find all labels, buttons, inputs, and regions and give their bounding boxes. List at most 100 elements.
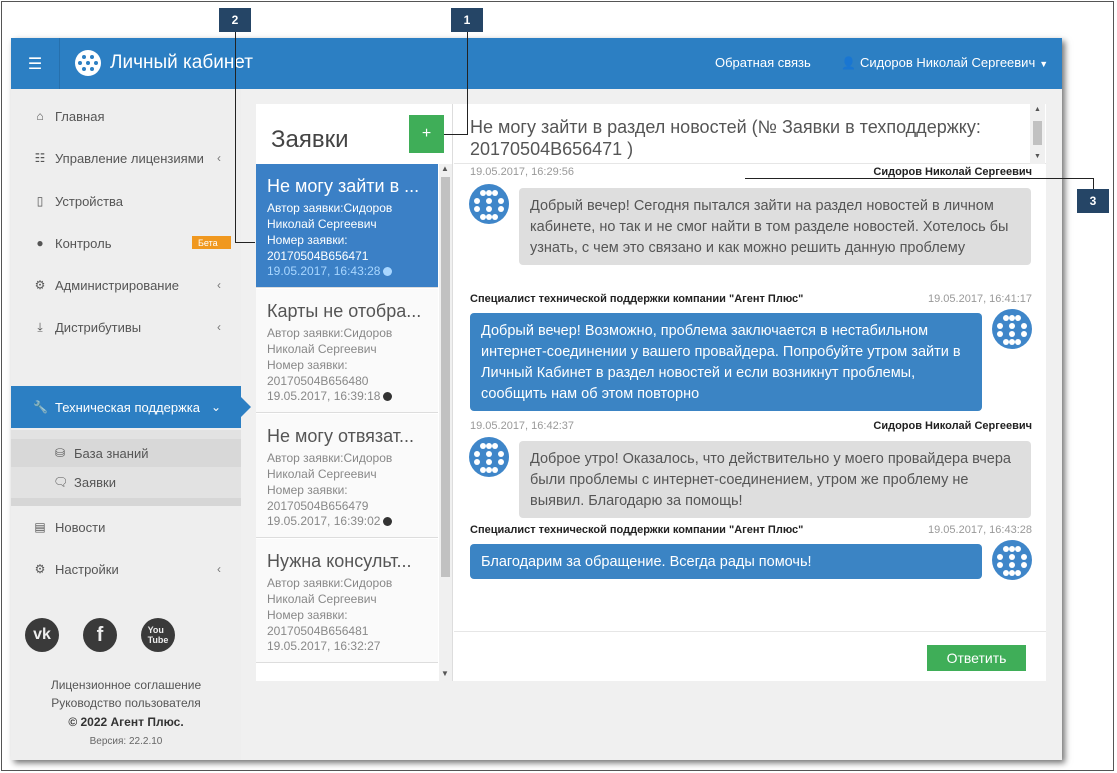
subitem-label: Заявки — [74, 474, 116, 490]
chat-title-scrollbar[interactable]: ▲ ▼ — [1030, 104, 1045, 164]
ticket-item[interactable]: Не могу зайти в ... Автор заявки:Сидоров… — [256, 164, 438, 288]
chat-column: Не могу зайти в раздел новостей (№ Заявк… — [454, 104, 1046, 681]
beta-badge: Бета — [192, 236, 231, 249]
scroll-up-icon[interactable]: ▲ — [1034, 106, 1041, 113]
ticket-author: Автор заявки:Сидоров Николай Сергеевич — [267, 576, 393, 606]
message-time: 19.05.2017, 16:29:56 — [470, 166, 574, 178]
ticket-number: Номер заявки: 20170504B656471 — [267, 233, 369, 263]
ticket-title: Не могу отвязат... — [267, 426, 415, 446]
user-icon: 👤 — [841, 56, 856, 70]
cogs-icon: ⚙ — [34, 278, 46, 292]
top-bar: ☰ Личный кабинет Обратная связь 👤 Сидоров… — [11, 38, 1062, 89]
sitemap-icon: ☷ — [34, 151, 46, 165]
subitem-label: База знаний — [74, 445, 149, 461]
sidebar-item-settings[interactable]: ⚙ Настройки ‹ — [11, 548, 241, 590]
add-ticket-button[interactable]: + — [409, 115, 444, 153]
ticket-list-column: Заявки + Не могу зайти в ... Автор заявк… — [256, 104, 453, 681]
chevron-left-icon: ‹ — [217, 278, 221, 292]
message-bubble: Добрый вечер! Возможно, проблема заключа… — [470, 313, 982, 411]
callout-line — [745, 178, 1094, 179]
sidebar-item-licenses[interactable]: ☷ Управление лицензиями ‹ — [11, 137, 241, 179]
avatar — [469, 437, 509, 477]
avatar — [992, 540, 1032, 580]
sidebar-item-tech-support[interactable]: 🔧 Техническая поддержка ⌄ — [11, 386, 251, 428]
reply-button[interactable]: Ответить — [927, 645, 1026, 671]
message-author: Сидоров Николай Сергеевич — [873, 166, 1032, 178]
sidebar: ⌂ Главная ☷ Управление лицензиями ‹ ▯ Ус… — [11, 89, 251, 760]
avatar-dots-icon — [997, 546, 1027, 576]
chat-header: Не могу зайти в раздел новостей (№ Заявк… — [454, 104, 1046, 164]
message-bubble: Добрый вечер! Сегодня пытался зайти на р… — [519, 188, 1031, 265]
sidebar-item-label: Устройства — [55, 193, 124, 209]
facebook-icon[interactable]: f — [83, 618, 117, 652]
ticket-item[interactable]: Карты не отобра... Автор заявки:Сидоров … — [256, 289, 438, 413]
youtube-icon[interactable]: You Tube — [141, 618, 175, 652]
callout-line — [444, 134, 468, 135]
user-menu[interactable]: 👤 Сидоров Николай Сергеевич ▼ — [841, 55, 1048, 70]
sidebar-item-label: Техническая поддержка — [55, 399, 200, 415]
download-icon: ⤓ — [37, 319, 43, 334]
scroll-up-icon[interactable]: ▲ — [441, 164, 449, 173]
message-time: 19.05.2017, 16:42:37 — [470, 420, 574, 432]
user-guide-link[interactable]: Руководство пользователя — [11, 696, 241, 710]
ticket-item[interactable]: Не могу отвязат... Автор заявки:Сидоров … — [256, 414, 438, 538]
menu-toggle-button[interactable]: ☰ — [11, 38, 60, 89]
ticket-title: Не могу зайти в ... — [267, 176, 420, 196]
globe-icon: ● — [36, 236, 44, 250]
message-bubble: Благодарим за обращение. Всегда рады пом… — [470, 544, 982, 579]
ticket-number: Номер заявки: 20170504B656479 — [267, 483, 369, 513]
ticket-author: Автор заявки:Сидоров Николай Сергеевич — [267, 326, 393, 356]
subitem-knowledge-base[interactable]: ⛁ База знаний — [11, 439, 241, 467]
database-icon: ⛁ — [54, 446, 66, 460]
mobile-icon: ▯ — [36, 194, 44, 208]
ticket-date: 19.05.2017, 16:43:28 — [267, 264, 381, 278]
avatar — [992, 309, 1032, 349]
ticket-date: 19.05.2017, 16:39:18 — [267, 389, 381, 403]
scrollbar-thumb[interactable] — [1033, 121, 1042, 145]
sidebar-item-control[interactable]: ● Контроль Бета — [11, 222, 241, 264]
ticket-list-scrollbar[interactable]: ▲ ▼ — [439, 164, 452, 681]
chevron-down-icon: ⌄ — [210, 400, 221, 414]
feedback-link[interactable]: Обратная связь — [715, 55, 811, 70]
scroll-down-icon[interactable]: ▼ — [1034, 153, 1041, 160]
ticket-title: Карты не отобра... — [267, 301, 422, 321]
vk-icon[interactable]: vk — [25, 618, 59, 652]
sidebar-item-label: Дистрибутивы — [55, 319, 142, 335]
sidebar-item-home[interactable]: ⌂ Главная — [11, 95, 241, 137]
message-time: 19.05.2017, 16:41:17 — [928, 293, 1032, 305]
ticket-date: 19.05.2017, 16:32:27 — [267, 639, 381, 653]
license-link[interactable]: Лицензионное соглашение — [11, 678, 241, 692]
subitem-tickets[interactable]: 🗨 Заявки — [11, 468, 241, 496]
avatar-dots-icon — [474, 190, 504, 220]
scrollbar-thumb[interactable] — [441, 177, 450, 577]
avatar — [469, 184, 509, 224]
app-title: Личный кабинет — [110, 52, 253, 73]
scroll-down-icon[interactable]: ▼ — [441, 669, 449, 678]
ticket-list[interactable]: Не могу зайти в ... Автор заявки:Сидоров… — [256, 164, 453, 681]
gear-icon: ⚙ — [34, 562, 46, 576]
ticket-title: Нужна консульт... — [267, 551, 412, 571]
avatar-dots-icon — [474, 443, 504, 473]
callout-marker: 2 — [219, 8, 251, 32]
sidebar-item-administration[interactable]: ⚙ Администрирование ‹ — [11, 264, 241, 306]
hamburger-icon: ☰ — [27, 55, 43, 73]
message-author: Специалист технической поддержки компани… — [470, 293, 804, 305]
ticket-number: Номер заявки: 20170504B656481 — [267, 608, 369, 638]
sidebar-item-label: Администрирование — [55, 277, 179, 293]
sidebar-item-distributives[interactable]: ⤓ Дистрибутивы ‹ — [11, 306, 241, 348]
message-author: Специалист технической поддержки компани… — [470, 524, 804, 536]
callout-line — [467, 29, 468, 135]
sidebar-item-news[interactable]: ▤ Новости — [11, 506, 241, 548]
chat-footer: Ответить — [454, 631, 1046, 681]
version: Версия: 22.2.10 — [89, 736, 163, 747]
user-name: Сидоров Николай Сергеевич — [859, 55, 1036, 70]
callout-marker: 3 — [1077, 189, 1109, 213]
sidebar-item-label: Управление лицензиями — [55, 150, 204, 166]
wrench-icon: 🔧 — [33, 400, 48, 414]
app-window: ☰ Личный кабинет Обратная связь 👤 Сидоров… — [11, 38, 1062, 760]
ticket-item[interactable]: Нужна консульт... Автор заявки:Сидоров Н… — [256, 539, 438, 663]
ticket-author: Автор заявки:Сидоров Николай Сергеевич — [267, 201, 393, 231]
sidebar-item-devices[interactable]: ▯ Устройства — [11, 180, 241, 222]
message-time: 19.05.2017, 16:43:28 — [928, 524, 1032, 536]
callout-line — [235, 242, 255, 243]
